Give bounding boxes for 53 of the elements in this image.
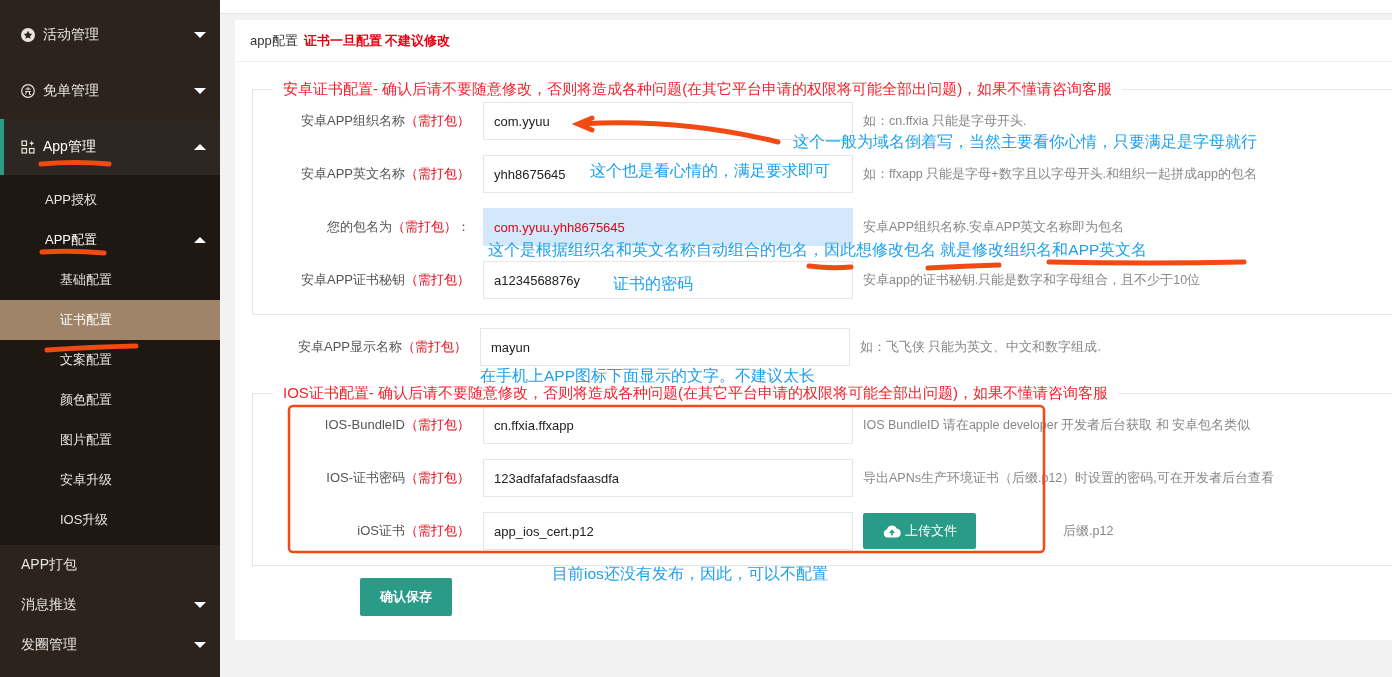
- caret-icon: [194, 237, 206, 243]
- input-field[interactable]: 123adfafafadsfaasdfa: [483, 459, 853, 497]
- caret-icon: [194, 144, 206, 150]
- star-icon: [21, 28, 35, 42]
- submenu-item[interactable]: APP授权: [0, 180, 220, 220]
- fieldset-legend: 安卓证书配置- 确认后请不要随意修改，否则将造成各种问题(在其它平台申请的权限将可能全部出问题)，如果不懂请咨询客服: [273, 80, 1123, 99]
- sidebar-item[interactable]: APP打包: [0, 545, 220, 585]
- submenu-item[interactable]: 文案配置: [0, 340, 220, 380]
- warning-text: 证书一旦配置 不建议修改: [303, 31, 451, 50]
- apps-grid-icon: [21, 140, 35, 154]
- submenu-item[interactable]: 安卓升级: [0, 460, 220, 500]
- fieldset-legend: IOS证书配置- 确认后请不要随意修改，否则将造成各种问题(在其它平台申请的权限将可能全部出问题)，如果不懂请咨询客服: [273, 384, 1118, 403]
- input-field[interactable]: app_ios_cert.p12: [483, 512, 853, 550]
- field-label: 安卓APP英文名称（需打包）: [300, 165, 470, 183]
- submenu-item[interactable]: 证书配置: [0, 300, 220, 340]
- caret-icon: [194, 32, 206, 38]
- sidebar-item[interactable]: 免单管理: [0, 63, 220, 119]
- submenu-item[interactable]: 基础配置: [0, 260, 220, 300]
- caret-icon: [194, 602, 206, 608]
- annotation-note: 证书的密码: [613, 274, 693, 294]
- annotation-note: 这个也是看心情的，满足要求即可: [590, 161, 830, 181]
- field-label: IOS-证书密码（需打包）: [325, 469, 470, 487]
- field-label: iOS证书（需打包）: [356, 522, 470, 540]
- field-hint: 如：ffxapp 只能是字母+数字且以字母开头.和组织一起拼成app的包名: [863, 165, 1257, 183]
- sidebar-item[interactable]: 活动管理: [0, 7, 220, 63]
- submenu-item[interactable]: IOS升级: [0, 500, 220, 540]
- field-hint: 如：cn.ffxia 只能是字母开头.: [863, 112, 1027, 130]
- field-hint: 安卓app的证书秘钥.只能是数字和字母组合，且不少于10位: [863, 271, 1201, 289]
- field-hint: 后缀.p12: [1063, 522, 1114, 540]
- field-label: 安卓APP组织名称（需打包）: [300, 112, 470, 130]
- field-label: 您的包名为（需打包）：: [326, 218, 470, 236]
- sidebar-item[interactable]: App管理: [0, 119, 220, 175]
- annotation-note: 在手机上APP图标下面显示的文字。不建议太长: [480, 366, 815, 385]
- field-label: IOS-BundleID（需打包）: [323, 416, 470, 434]
- annotation-underline: [806, 263, 854, 271]
- submenu-item[interactable]: 图片配置: [0, 420, 220, 460]
- submenu-item[interactable]: APP配置: [0, 220, 220, 260]
- caret-icon: [194, 642, 206, 648]
- field-hint: 如：飞飞侠 只能为英文、中文和数字组成.: [860, 338, 1101, 356]
- submenu-item[interactable]: 颜色配置: [0, 380, 220, 420]
- annotation-underline: [39, 248, 107, 256]
- caret-icon: [194, 88, 206, 94]
- sidebar-item[interactable]: 消息推送: [0, 585, 220, 625]
- field-label: 安卓APP显示名称（需打包）: [297, 338, 467, 356]
- field-label: 安卓APP证书秘钥（需打包）: [300, 271, 470, 289]
- card-title: app配置: [250, 31, 298, 50]
- circle-badge-icon: [21, 84, 35, 98]
- field-hint: 安卓APP组织名称.安卓APP英文名称即为包名: [863, 218, 1125, 236]
- input-field[interactable]: cn.ffxia.ffxapp: [483, 406, 853, 444]
- cloud-upload-icon: [882, 524, 901, 538]
- sidebar-item[interactable]: 发圈管理: [0, 625, 220, 665]
- annotation-note: 目前ios还没有发布，因此，可以不配置: [552, 564, 828, 584]
- input-field[interactable]: mayun: [480, 328, 850, 366]
